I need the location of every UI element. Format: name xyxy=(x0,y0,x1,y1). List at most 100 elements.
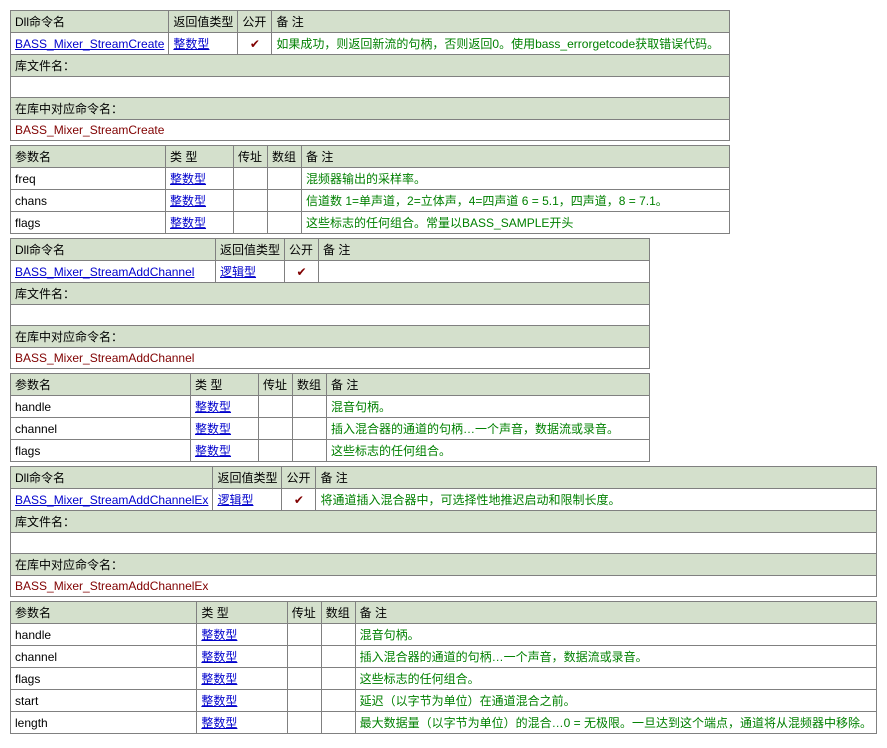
check-icon: ✔ xyxy=(282,489,316,511)
lib-cmd-name: BASS_Mixer_StreamAddChannel xyxy=(11,348,650,369)
cmd-link[interactable]: BASS_Mixer_StreamAddChannelEx xyxy=(15,493,208,507)
param-arr xyxy=(268,212,302,234)
in-lib-cmd-row: 在库中对应命令名： xyxy=(11,98,730,120)
param-note: 这些标志的任何组合。 xyxy=(355,668,876,690)
hdr-public: 公开 xyxy=(282,467,316,489)
param-row: start 整数型 延迟（以字节为单位）在通道混合之前。 xyxy=(11,690,877,712)
type-link[interactable]: 整数型 xyxy=(201,716,237,730)
cmd-link[interactable]: BASS_Mixer_StreamAddChannel xyxy=(15,265,194,279)
type-link[interactable]: 逻辑型 xyxy=(217,493,253,507)
type-link[interactable]: 整数型 xyxy=(170,172,206,186)
param-name: chans xyxy=(11,190,166,212)
param-ref xyxy=(287,690,321,712)
param-arr xyxy=(293,396,327,418)
check-icon: ✔ xyxy=(238,33,272,55)
param-ref xyxy=(259,396,293,418)
param-ref xyxy=(287,624,321,646)
param-note: 延迟（以字节为单位）在通道混合之前。 xyxy=(355,690,876,712)
type-link[interactable]: 整数型 xyxy=(195,400,231,414)
param-arr xyxy=(321,668,355,690)
hdr-ref: 传址 xyxy=(234,146,268,168)
param-row: freq 整数型 混频器输出的采样率。 xyxy=(11,168,730,190)
param-note: 这些标志的任何组合。常量以BASS_SAMPLE开头 xyxy=(302,212,730,234)
param-name: flags xyxy=(11,212,166,234)
hdr-public: 公开 xyxy=(285,239,319,261)
type-link[interactable]: 整数型 xyxy=(170,216,206,230)
type-link[interactable]: 逻辑型 xyxy=(220,265,256,279)
hdr-dllcmd: Dll命令名 xyxy=(11,467,213,489)
hdr-ref: 传址 xyxy=(259,374,293,396)
param-note: 最大数据量（以字节为单位）的混合…0 = 无极限。一旦达到这个端点，通道将从混频… xyxy=(355,712,876,734)
param-note: 信道数 1=单声道，2=立体声，4=四声道 6 = 5.1，四声道，8 = 7.… xyxy=(302,190,730,212)
param-row: flags 整数型 这些标志的任何组合。 xyxy=(11,668,877,690)
hdr-pnote: 备 注 xyxy=(355,602,876,624)
hdr-note: 备 注 xyxy=(319,239,650,261)
cmd-table-3: Dll命令名 返回值类型 公开 备 注 BASS_Mixer_StreamAdd… xyxy=(10,466,877,597)
param-note: 混音句柄。 xyxy=(355,624,876,646)
param-arr xyxy=(321,646,355,668)
hdr-type: 类 型 xyxy=(166,146,234,168)
param-ref xyxy=(287,646,321,668)
in-lib-cmd-row: 在库中对应命令名： xyxy=(11,554,877,576)
param-row: chans 整数型 信道数 1=单声道，2=立体声，4=四声道 6 = 5.1，… xyxy=(11,190,730,212)
param-note: 插入混合器的通道的句柄…一个声音，数据流或录音。 xyxy=(355,646,876,668)
lib-file-row: 库文件名： xyxy=(11,511,877,533)
param-name: flags xyxy=(11,440,191,462)
hdr-rettype: 返回值类型 xyxy=(213,467,282,489)
param-note: 这些标志的任何组合。 xyxy=(327,440,650,462)
hdr-public: 公开 xyxy=(238,11,272,33)
lib-file-value xyxy=(11,305,650,326)
hdr-param: 参数名 xyxy=(11,374,191,396)
param-name: handle xyxy=(11,396,191,418)
param-name: handle xyxy=(11,624,197,646)
param-name: channel xyxy=(11,418,191,440)
param-arr xyxy=(268,190,302,212)
hdr-arr: 数组 xyxy=(321,602,355,624)
cmd-note: 如果成功，则返回新流的句柄，否则返回0。使用bass_errorgetcode获… xyxy=(272,33,730,55)
param-table-2: 参数名 类 型 传址 数组 备 注 handle 整数型 混音句柄。 chann… xyxy=(10,373,650,462)
in-lib-cmd-row: 在库中对应命令名： xyxy=(11,326,650,348)
type-link[interactable]: 整数型 xyxy=(201,694,237,708)
type-link[interactable]: 整数型 xyxy=(195,422,231,436)
param-name: channel xyxy=(11,646,197,668)
param-row: flags 整数型 这些标志的任何组合。常量以BASS_SAMPLE开头 xyxy=(11,212,730,234)
hdr-rettype: 返回值类型 xyxy=(216,239,285,261)
type-link[interactable]: 整数型 xyxy=(170,194,206,208)
param-arr xyxy=(293,440,327,462)
param-ref xyxy=(287,712,321,734)
param-table-1: 参数名 类 型 传址 数组 备 注 freq 整数型 混频器输出的采样率。 ch… xyxy=(10,145,730,234)
hdr-arr: 数组 xyxy=(293,374,327,396)
param-ref xyxy=(234,168,268,190)
hdr-dllcmd: Dll命令名 xyxy=(11,11,169,33)
param-row: channel 整数型 插入混合器的通道的句柄…一个声音，数据流或录音。 xyxy=(11,418,650,440)
param-note: 插入混合器的通道的句柄…一个声音，数据流或录音。 xyxy=(327,418,650,440)
param-name: flags xyxy=(11,668,197,690)
param-note: 混音句柄。 xyxy=(327,396,650,418)
param-arr xyxy=(293,418,327,440)
param-ref xyxy=(234,212,268,234)
param-row: handle 整数型 混音句柄。 xyxy=(11,624,877,646)
hdr-type: 类 型 xyxy=(191,374,259,396)
type-link[interactable]: 整数型 xyxy=(201,672,237,686)
param-arr xyxy=(321,690,355,712)
type-link[interactable]: 整数型 xyxy=(173,37,209,51)
lib-file-row: 库文件名： xyxy=(11,55,730,77)
param-ref xyxy=(234,190,268,212)
lib-cmd-name: BASS_Mixer_StreamAddChannelEx xyxy=(11,576,877,597)
param-ref xyxy=(259,440,293,462)
param-row: handle 整数型 混音句柄。 xyxy=(11,396,650,418)
param-name: start xyxy=(11,690,197,712)
check-icon: ✔ xyxy=(285,261,319,283)
hdr-arr: 数组 xyxy=(268,146,302,168)
param-table-3: 参数名 类 型 传址 数组 备 注 handle 整数型 混音句柄。 chann… xyxy=(10,601,877,734)
type-link[interactable]: 整数型 xyxy=(201,650,237,664)
type-link[interactable]: 整数型 xyxy=(195,444,231,458)
hdr-param: 参数名 xyxy=(11,146,166,168)
param-ref xyxy=(287,668,321,690)
type-link[interactable]: 整数型 xyxy=(201,628,237,642)
hdr-rettype: 返回值类型 xyxy=(169,11,238,33)
cmd-link[interactable]: BASS_Mixer_StreamCreate xyxy=(15,37,164,51)
cmd-table-2: Dll命令名 返回值类型 公开 备 注 BASS_Mixer_StreamAdd… xyxy=(10,238,650,369)
lib-file-value xyxy=(11,77,730,98)
param-row: flags 整数型 这些标志的任何组合。 xyxy=(11,440,650,462)
